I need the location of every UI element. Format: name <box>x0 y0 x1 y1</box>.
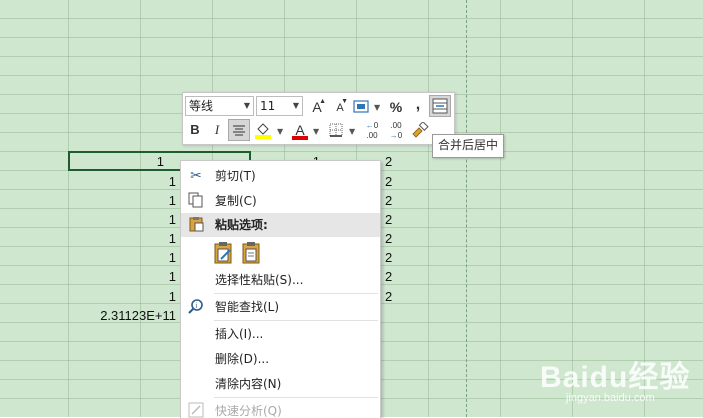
font-size-value: 11 <box>260 99 276 113</box>
menu-item-label: 插入(I)... <box>215 327 264 341</box>
cell-a5[interactable]: 1 <box>70 229 176 248</box>
format-painter-icon <box>412 121 429 138</box>
cell-a4[interactable]: 1 <box>70 210 176 229</box>
increase-decimal-button[interactable]: ←0.00 <box>361 119 383 141</box>
page-break-line <box>466 0 467 417</box>
font-size-combo[interactable]: 11 ▼ <box>256 96 303 116</box>
menu-item-quick-analysis[interactable]: 快速分析(Q) <box>181 399 380 418</box>
paste-option-default[interactable] <box>213 241 235 265</box>
bold-button[interactable]: B <box>184 119 206 141</box>
cell-d7[interactable]: 2 <box>385 267 405 286</box>
borders-icon <box>329 123 343 137</box>
watermark-url: jingyan.baidu.com <box>566 392 655 404</box>
cell-d2[interactable]: 2 <box>385 172 405 191</box>
italic-button[interactable]: I <box>206 119 228 141</box>
format-painter-button[interactable] <box>409 119 431 141</box>
menu-item-label: 智能查找(L) <box>215 300 280 314</box>
accounting-format-icon <box>353 100 369 113</box>
merge-center-button[interactable] <box>429 95 451 117</box>
smart-lookup-icon: i <box>187 298 205 316</box>
chevron-down-icon: ▼ <box>243 101 250 110</box>
decrease-decimal-label: .00 <box>390 121 402 130</box>
percent-style-button[interactable]: % <box>385 96 407 118</box>
menu-item-label: 粘贴选项: <box>215 218 268 232</box>
menu-item-copy[interactable]: 复制(C) <box>181 189 380 213</box>
menu-item-label: 快速分析(Q) <box>215 404 282 418</box>
clipboard-paste-icon <box>214 242 232 264</box>
increase-decimal-label: .00 <box>366 131 378 140</box>
scissors-icon: ✂ <box>190 168 202 184</box>
arrow-left-icon: ← <box>365 121 374 130</box>
chevron-down-icon[interactable]: ▼ <box>374 103 380 112</box>
context-menu: ✂ 剪切(T) 复制(C) 粘贴选项: 选择性粘贴(S)... i 智能查找(L… <box>180 160 381 418</box>
cell-d3[interactable]: 2 <box>385 191 405 210</box>
fill-color-button[interactable] <box>252 119 274 141</box>
center-align-button[interactable] <box>228 119 250 141</box>
baidu-watermark: Baidu经验 jingyan.baidu.com <box>540 340 703 417</box>
copy-icon <box>187 192 205 210</box>
borders-button[interactable] <box>325 119 347 141</box>
clipboard-values-icon <box>242 242 260 264</box>
decrease-decimal-button[interactable]: .00 →0 <box>385 119 407 141</box>
paste-option-values[interactable] <box>241 241 263 265</box>
chevron-down-icon: ▼ <box>292 101 299 110</box>
cell-d1[interactable]: 2 <box>385 152 405 171</box>
chevron-down-icon[interactable]: ▼ <box>313 127 319 136</box>
menu-item-label: 剪切(T) <box>215 169 256 183</box>
menu-item-label: 复制(C) <box>215 194 257 208</box>
menu-item-smart-lookup[interactable]: i 智能查找(L) <box>181 295 380 319</box>
cell-a7[interactable]: 1 <box>70 267 176 286</box>
grow-font-button[interactable]: A ▲ <box>306 96 328 118</box>
cell-d4[interactable]: 2 <box>385 210 405 229</box>
paint-bucket-icon <box>255 123 271 139</box>
comma-style-button[interactable]: , <box>407 94 429 116</box>
watermark-brand: Baidu经验 <box>540 361 691 394</box>
cell-a2[interactable]: 1 <box>70 172 176 191</box>
cell-d8[interactable]: 2 <box>385 287 405 306</box>
quick-analysis-icon <box>187 402 205 418</box>
center-align-icon <box>233 125 245 136</box>
menu-item-cut[interactable]: ✂ 剪切(T) <box>181 164 380 188</box>
chevron-down-icon[interactable]: ▼ <box>277 127 283 136</box>
merge-center-icon <box>432 98 448 114</box>
font-name-value: 等线 <box>189 99 214 113</box>
cell-a6[interactable]: 1 <box>70 248 176 267</box>
clipboard-icon <box>187 216 205 234</box>
cell-d5[interactable]: 2 <box>385 229 405 248</box>
accounting-format-button[interactable] <box>351 96 373 118</box>
font-color-button[interactable]: A <box>289 119 311 141</box>
menu-item-label: 删除(D)... <box>215 352 270 366</box>
menu-separator <box>214 293 378 294</box>
menu-item-label: 选择性粘贴(S)... <box>215 273 304 287</box>
menu-item-clear-contents[interactable]: 清除内容(N) <box>181 372 380 396</box>
menu-paste-options-header: 粘贴选项: <box>181 213 380 237</box>
cell-a8[interactable]: 1 <box>70 287 176 306</box>
menu-item-label: 清除内容(N) <box>215 377 282 391</box>
menu-separator <box>214 397 378 398</box>
arrow-right-icon: → <box>389 131 398 140</box>
chevron-down-icon[interactable]: ▼ <box>349 127 355 136</box>
menu-item-insert[interactable]: 插入(I)... <box>181 322 380 346</box>
cell-d6[interactable]: 2 <box>385 248 405 267</box>
merge-center-tooltip: 合并后居中 <box>432 134 505 158</box>
cell-a1[interactable]: 1 <box>70 152 164 171</box>
shrink-font-button[interactable]: A ▼ <box>329 96 351 118</box>
menu-separator <box>214 320 378 321</box>
cell-a9[interactable]: 2.31123E+11 <box>60 306 176 325</box>
cell-a3[interactable]: 1 <box>70 191 176 210</box>
menu-item-paste-special[interactable]: 选择性粘贴(S)... <box>181 268 380 292</box>
menu-item-delete[interactable]: 删除(D)... <box>181 347 380 371</box>
font-name-combo[interactable]: 等线 ▼ <box>185 96 254 116</box>
mini-toolbar: 等线 ▼ 11 ▼ A ▲ A ▼ ▼ % , B I ▼ A ▼ ▼ ←0 .… <box>182 92 455 145</box>
